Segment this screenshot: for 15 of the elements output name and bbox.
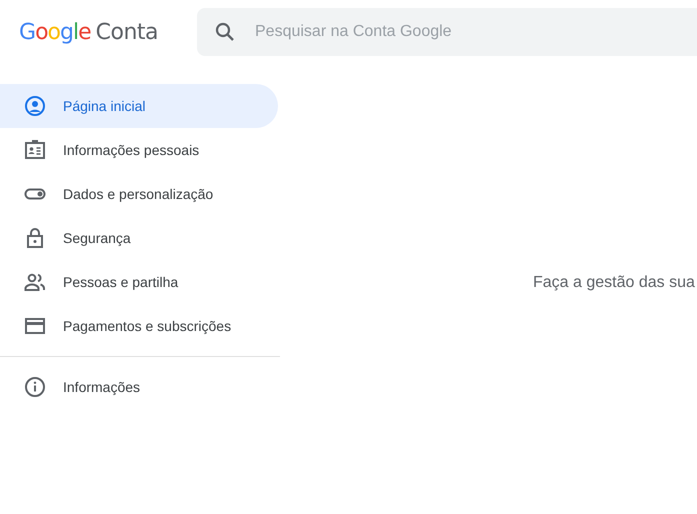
nav-item[interactable]: Informações pessoais bbox=[0, 128, 278, 172]
page-subtitle: Faça a gestão das sua bbox=[533, 274, 695, 291]
product-name: Conta bbox=[96, 20, 158, 44]
nav-item[interactable]: Pagamentos e subscrições bbox=[0, 304, 278, 348]
nav-item[interactable]: Informações bbox=[0, 365, 278, 409]
search-field[interactable]: Pesquisar na Conta Google bbox=[253, 22, 697, 42]
person-circle-icon bbox=[23, 94, 47, 118]
google-logo[interactable]: Google bbox=[19, 20, 91, 44]
nav-item[interactable]: Pessoas e partilha bbox=[0, 260, 278, 304]
search-bar[interactable]: Pesquisar na Conta Google bbox=[197, 8, 697, 56]
id-card-icon bbox=[23, 138, 47, 162]
nav-item[interactable]: Dados e personalização bbox=[0, 172, 278, 216]
info-icon bbox=[23, 375, 47, 399]
nav-item[interactable]: Página inicial bbox=[0, 84, 278, 128]
nav-item[interactable]: Segurança bbox=[0, 216, 278, 260]
